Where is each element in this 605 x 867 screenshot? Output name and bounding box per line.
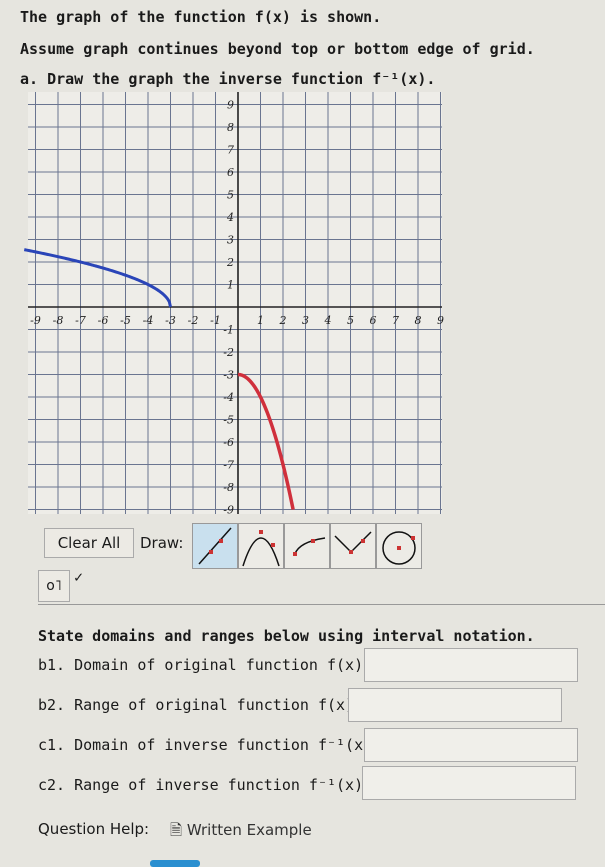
domain-inverse-input[interactable] — [364, 728, 578, 762]
x-tick-label: -7 — [75, 314, 86, 327]
y-tick-label: 9 — [227, 99, 234, 112]
x-tick-label: -4 — [143, 314, 154, 327]
state-prompt: State domains and ranges below using int… — [38, 627, 535, 645]
x-tick-label: -2 — [188, 314, 199, 327]
question-b1-label: b1. Domain of original function f(x): — [38, 656, 373, 674]
x-tick-label: 3 — [302, 314, 309, 327]
x-tick-label: 6 — [370, 314, 377, 327]
x-tick-label: 9 — [437, 314, 444, 327]
y-tick-label: -5 — [223, 414, 234, 427]
tool-absolute-value[interactable] — [330, 523, 376, 569]
y-tick-label: -3 — [223, 369, 234, 382]
range-inverse-input[interactable] — [362, 766, 576, 800]
parabola-tool-icon — [242, 530, 280, 567]
x-tick-label: -8 — [53, 314, 64, 327]
y-tick-label: -7 — [223, 459, 234, 472]
y-tick-label: -8 — [223, 481, 234, 494]
question-b2-label: b2. Range of original function f(x): — [38, 696, 364, 714]
graph-background — [28, 92, 442, 514]
question-help-label: Question Help: — [38, 820, 150, 838]
tool-line[interactable] — [192, 523, 238, 569]
domain-f-input[interactable] — [364, 648, 578, 682]
y-tick-label: -4 — [223, 391, 234, 404]
y-tick-label: 3 — [227, 234, 234, 247]
x-tick-label: 1 — [257, 314, 264, 327]
y-tick-label: 1 — [227, 279, 234, 292]
x-tick-label: 7 — [392, 314, 399, 327]
document-icon: 🗎 — [170, 821, 187, 839]
y-tick-label: 5 — [227, 189, 234, 202]
y-tick-label: 6 — [227, 166, 234, 179]
y-tick-label: -2 — [223, 346, 234, 359]
x-tick-label: -6 — [98, 314, 109, 327]
x-tick-label: -3 — [165, 314, 176, 327]
submit-button[interactable] — [150, 860, 200, 867]
key-point-button[interactable]: o˥ — [38, 570, 70, 602]
x-tick-label: 2 — [279, 314, 287, 327]
y-tick-label: 8 — [227, 121, 234, 134]
x-tick-label: 4 — [324, 314, 332, 327]
tool-sqrt[interactable] — [284, 523, 330, 569]
circle-tool-icon — [382, 531, 416, 565]
y-tick-label: 7 — [227, 144, 234, 157]
range-f-input[interactable] — [348, 688, 562, 722]
x-tick-label: 5 — [347, 314, 354, 327]
y-tick-label: -9 — [223, 504, 234, 517]
coordinate-graph[interactable]: -9 -8 -7 -6 -5 -4 -3 -2 -1 1 2 3 4 5 6 7 8 9 9 8 7 6 5 4 3 2 1 -1 -2… — [0, 0, 605, 520]
y-tick-label: -1 — [223, 324, 234, 337]
tool-circle[interactable] — [376, 523, 422, 569]
tool-parabola[interactable] — [238, 523, 284, 569]
x-tick-label: -9 — [30, 314, 41, 327]
question-c2-label: c2. Range of inverse function f⁻¹(x): — [38, 776, 373, 794]
y-tick-label: 2 — [226, 256, 234, 269]
checkmark-icon: ✓ — [74, 568, 84, 586]
key-icon: o˥ — [46, 578, 62, 594]
y-tick-label: -6 — [223, 436, 234, 449]
line-tool-icon — [198, 527, 232, 565]
x-tick-label: 8 — [415, 314, 422, 327]
x-tick-label: -1 — [210, 314, 221, 327]
sqrt-tool-icon — [293, 537, 326, 556]
draw-label: Draw: — [140, 534, 184, 552]
absolute-value-tool-icon — [334, 531, 372, 554]
clear-all-button[interactable]: Clear All — [44, 528, 134, 558]
divider — [38, 604, 605, 605]
y-tick-label: 4 — [226, 211, 234, 224]
x-tick-label: -5 — [120, 314, 131, 327]
written-example-link[interactable]: 🗎 Written Example — [170, 820, 312, 845]
question-c1-label: c1. Domain of inverse function f⁻¹(x): — [38, 736, 382, 754]
